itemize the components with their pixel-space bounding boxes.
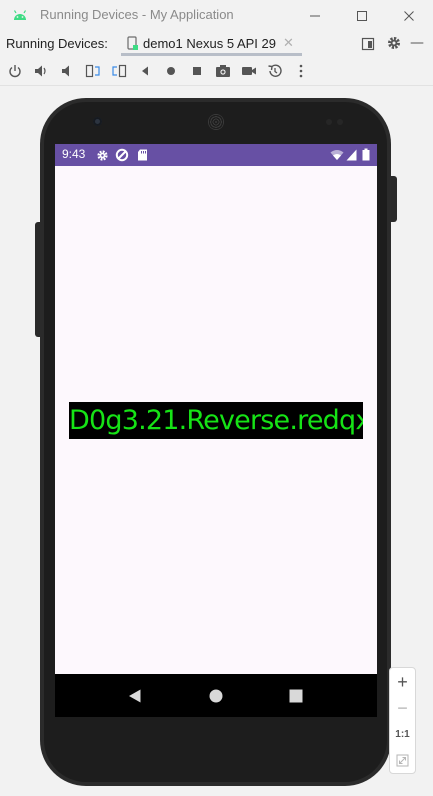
signal-icon xyxy=(346,149,357,161)
maximize-icon xyxy=(357,11,367,21)
more-vertical-icon xyxy=(299,64,303,78)
running-devices-label: Running Devices: xyxy=(6,36,108,51)
hide-panel-button[interactable]: — xyxy=(410,36,424,50)
close-window-button[interactable] xyxy=(398,5,420,27)
history-icon xyxy=(268,64,282,77)
earpiece-speaker xyxy=(208,114,224,130)
data-saver-icon xyxy=(115,148,129,162)
tab-label: demo1 Nexus 5 API 29 xyxy=(143,36,276,51)
android-icon xyxy=(13,10,27,20)
power-button[interactable] xyxy=(5,61,25,81)
overview-icon xyxy=(193,67,201,75)
nav-recents-icon[interactable] xyxy=(289,689,303,703)
close-icon xyxy=(404,11,414,21)
zoom-in-button[interactable]: + xyxy=(390,670,415,694)
gear-icon xyxy=(388,37,400,49)
actual-size-button[interactable]: 1:1 xyxy=(390,722,415,746)
nav-back-icon[interactable] xyxy=(128,689,142,703)
back-button[interactable] xyxy=(135,61,155,81)
device-icon xyxy=(127,36,138,50)
sd-card-icon xyxy=(138,149,147,161)
screen-record-button[interactable] xyxy=(239,61,259,81)
minus-icon: — xyxy=(410,35,424,51)
fit-screen-icon xyxy=(396,754,409,766)
volume-down-button[interactable] xyxy=(57,61,77,81)
rotate-left-button[interactable] xyxy=(83,61,103,81)
rotate-left-icon xyxy=(85,64,100,78)
home-icon xyxy=(167,67,175,75)
fit-screen-button[interactable] xyxy=(390,748,415,772)
window-title: Running Devices - My Application xyxy=(40,7,234,22)
toolbar-separator xyxy=(0,85,433,86)
home-button[interactable] xyxy=(161,61,181,81)
front-camera xyxy=(93,117,102,126)
overview-button[interactable] xyxy=(187,61,207,81)
rotate-right-button[interactable] xyxy=(109,61,129,81)
power-icon xyxy=(9,65,21,78)
rotate-right-icon xyxy=(112,64,127,78)
layout-toggle-button[interactable] xyxy=(361,36,375,51)
camera-icon xyxy=(216,65,230,77)
proximity-sensor xyxy=(326,119,332,125)
volume-up-icon xyxy=(35,65,46,77)
device-power-key[interactable] xyxy=(391,176,397,222)
screenshot-button[interactable] xyxy=(213,61,233,81)
wifi-icon xyxy=(330,150,344,160)
tab-close-icon[interactable]: ✕ xyxy=(283,36,294,51)
more-options-button[interactable] xyxy=(291,61,311,81)
snapshot-button[interactable] xyxy=(265,61,285,81)
minimize-icon xyxy=(310,15,320,17)
video-camera-icon xyxy=(242,67,256,75)
settings-button[interactable] xyxy=(386,35,402,51)
layout-icon xyxy=(361,37,375,51)
maximize-button[interactable] xyxy=(351,5,373,27)
flag-text: D0g3.21.Reverse.redqx xyxy=(69,402,363,439)
volume-up-button[interactable] xyxy=(31,61,51,81)
nav-home-icon[interactable] xyxy=(209,689,223,703)
light-sensor xyxy=(337,119,343,125)
back-icon xyxy=(142,66,148,76)
minimize-button[interactable] xyxy=(304,5,326,27)
status-time: 9:43 xyxy=(62,147,86,161)
settings-notification-icon xyxy=(97,150,108,161)
tab-selected-indicator xyxy=(121,53,302,56)
volume-down-icon xyxy=(62,65,69,77)
battery-icon xyxy=(362,148,370,161)
zoom-out-button[interactable]: − xyxy=(390,696,415,720)
